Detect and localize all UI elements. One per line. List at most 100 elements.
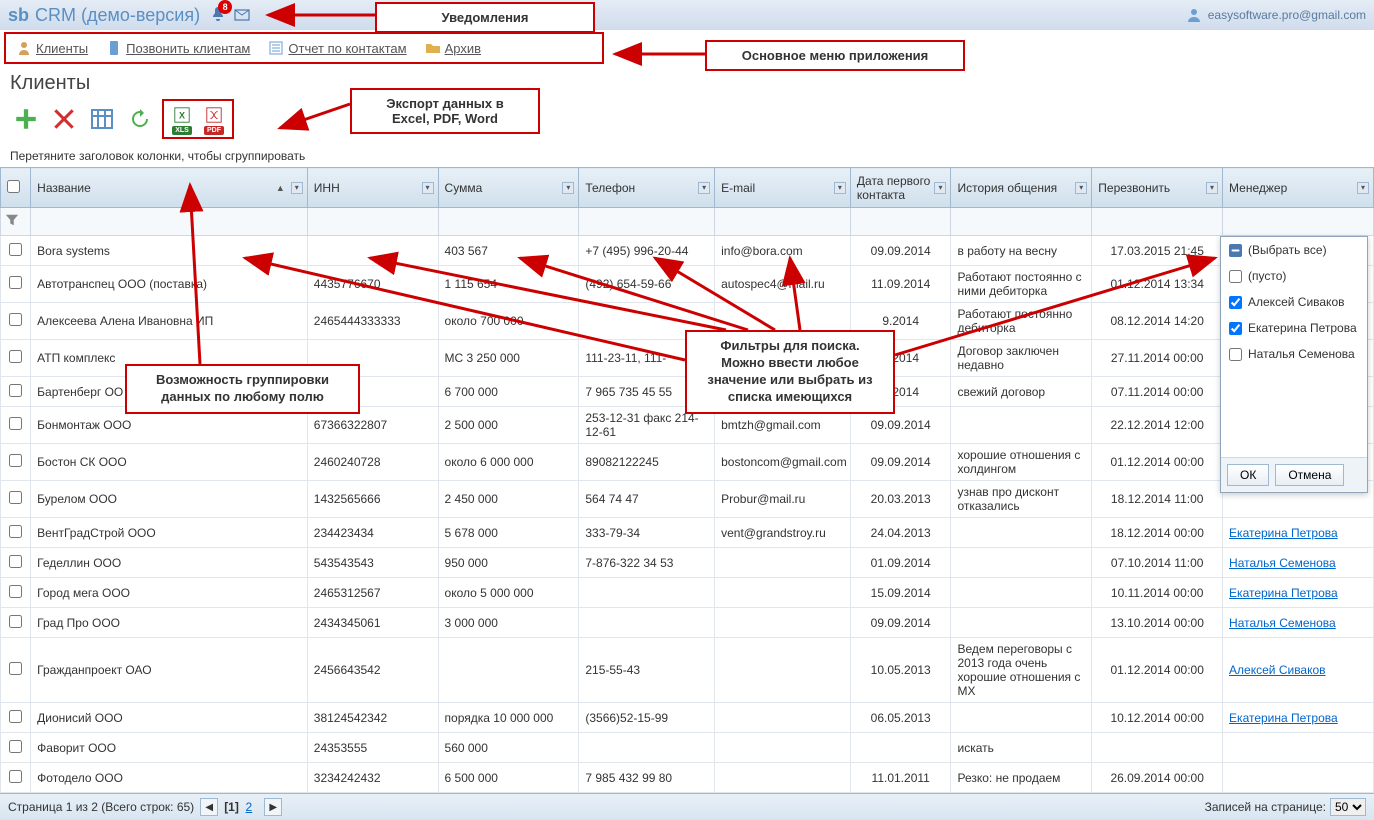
refresh-button[interactable]: [124, 103, 156, 135]
column-header-checkbox[interactable]: [1, 168, 31, 208]
cell-inn: 2456643542: [307, 638, 438, 703]
row-checkbox[interactable]: [9, 491, 22, 504]
column-header-callback[interactable]: Перезвонить▾: [1092, 168, 1223, 208]
row-checkbox[interactable]: [9, 525, 22, 538]
user-email[interactable]: easysoftware.pro@gmail.com: [1186, 7, 1366, 23]
row-checkbox[interactable]: [9, 615, 22, 628]
cell-callback: 01.12.2014 13:34: [1092, 266, 1223, 303]
column-menu-icon[interactable]: ▾: [291, 182, 303, 194]
cell-manager[interactable]: Наталья Семенова: [1223, 608, 1374, 638]
table-row[interactable]: Bora systems403 567+7 (495) 996-20-44inf…: [1, 236, 1374, 266]
cell-email: info@bora.com: [715, 236, 851, 266]
column-header-history[interactable]: История общения▾: [951, 168, 1092, 208]
column-menu-icon[interactable]: ▾: [1206, 182, 1218, 194]
table-row[interactable]: ВентГрадСтрой ООО2344234345 678 000333-7…: [1, 518, 1374, 548]
row-checkbox[interactable]: [9, 585, 22, 598]
table-row[interactable]: Город мега ООО2465312567около 5 000 0001…: [1, 578, 1374, 608]
table-row[interactable]: Фаворит ООО24353555560 000искать: [1, 733, 1374, 763]
column-header-name[interactable]: Название▲▾: [31, 168, 308, 208]
menu-call-clients[interactable]: Позвонить клиентам: [106, 40, 250, 56]
cell-sum: около 6 000 000: [438, 444, 579, 481]
table-row[interactable]: Автотранспец ООО (поставка)44357766701 1…: [1, 266, 1374, 303]
filter-option-1[interactable]: Алексей Сиваков: [1221, 289, 1367, 315]
cell-manager[interactable]: Екатерина Петрова: [1223, 518, 1374, 548]
pager-page-2[interactable]: 2: [246, 800, 253, 814]
table-row[interactable]: Град Про ООО24343450613 000 00009.09.201…: [1, 608, 1374, 638]
menu-contact-report[interactable]: Отчет по контактам: [268, 40, 406, 56]
pager-next[interactable]: ▶: [264, 798, 282, 816]
column-header-email[interactable]: E-mail▾: [715, 168, 851, 208]
filter-callback-input[interactable]: [1096, 215, 1218, 229]
filter-phone-input[interactable]: [583, 215, 710, 229]
row-checkbox[interactable]: [9, 243, 22, 256]
table-row[interactable]: Фотодело ООО32342424326 500 0007 985 432…: [1, 763, 1374, 793]
cell-email: [715, 733, 851, 763]
column-header-inn[interactable]: ИНН▾: [307, 168, 438, 208]
pager-page-1[interactable]: [1]: [224, 800, 239, 814]
table-row[interactable]: Геделлин ООО543543543950 0007-876-322 34…: [1, 548, 1374, 578]
filter-ok-button[interactable]: ОК: [1227, 464, 1269, 486]
row-checkbox[interactable]: [9, 313, 22, 326]
table-row[interactable]: Дионисий ООО38124542342порядка 10 000 00…: [1, 703, 1374, 733]
menu-archive[interactable]: Архив: [425, 40, 481, 56]
filter-cancel-button[interactable]: Отмена: [1275, 464, 1344, 486]
row-checkbox[interactable]: [9, 770, 22, 783]
cell-callback: 07.10.2014 11:00: [1092, 548, 1223, 578]
filter-history-input[interactable]: [955, 215, 1087, 229]
filter-date-input[interactable]: [855, 215, 947, 229]
cell-manager[interactable]: Наталья Семенова: [1223, 548, 1374, 578]
filter-name-input[interactable]: [35, 215, 303, 229]
cell-history: [951, 703, 1092, 733]
table-row[interactable]: Бурелом ООО14325656662 450 000564 74 47P…: [1, 481, 1374, 518]
cell-email: [715, 763, 851, 793]
column-header-manager[interactable]: Менеджер▾: [1223, 168, 1374, 208]
cell-manager[interactable]: Алексей Сиваков: [1223, 638, 1374, 703]
row-checkbox[interactable]: [9, 710, 22, 723]
cell-callback: 01.12.2014 00:00: [1092, 638, 1223, 703]
records-per-page-select[interactable]: 50: [1330, 798, 1366, 816]
mail-icon[interactable]: [234, 7, 250, 23]
column-menu-icon[interactable]: ▾: [422, 182, 434, 194]
column-menu-icon[interactable]: ▾: [562, 182, 574, 194]
filter-inn-input[interactable]: [312, 215, 434, 229]
export-xls-button[interactable]: X XLS: [168, 103, 196, 135]
column-header-sum[interactable]: Сумма▾: [438, 168, 579, 208]
delete-button[interactable]: [48, 103, 80, 135]
columns-button[interactable]: [86, 103, 118, 135]
column-menu-icon[interactable]: ▾: [934, 182, 946, 194]
column-menu-icon[interactable]: ▾: [1075, 182, 1087, 194]
select-all-checkbox[interactable]: [7, 180, 20, 193]
filter-select-all[interactable]: (Выбрать все): [1221, 237, 1367, 263]
cell-callback: 07.11.2014 00:00: [1092, 377, 1223, 407]
column-header-first-contact[interactable]: Дата первого контакта▾: [850, 168, 951, 208]
row-checkbox[interactable]: [9, 454, 22, 467]
notifications-button[interactable]: 8: [210, 6, 226, 25]
column-menu-icon[interactable]: ▾: [698, 182, 710, 194]
row-checkbox[interactable]: [9, 740, 22, 753]
filter-email-input[interactable]: [719, 215, 846, 229]
filter-option-3[interactable]: Наталья Семенова: [1221, 341, 1367, 367]
filter-empty[interactable]: (пусто): [1221, 263, 1367, 289]
pager-prev[interactable]: ◀: [200, 798, 218, 816]
cell-manager[interactable]: Екатерина Петрова: [1223, 703, 1374, 733]
cell-name: Фаворит ООО: [31, 733, 308, 763]
row-checkbox[interactable]: [9, 417, 22, 430]
menu-clients[interactable]: Клиенты: [16, 40, 88, 56]
column-menu-icon[interactable]: ▾: [834, 182, 846, 194]
add-button[interactable]: [10, 103, 42, 135]
filter-option-2[interactable]: Екатерина Петрова: [1221, 315, 1367, 341]
row-checkbox[interactable]: [9, 350, 22, 363]
cell-manager[interactable]: Екатерина Петрова: [1223, 578, 1374, 608]
cell-name: Геделлин ООО: [31, 548, 308, 578]
row-checkbox[interactable]: [9, 276, 22, 289]
export-pdf-button[interactable]: PDF: [200, 103, 228, 135]
filter-sum-input[interactable]: [443, 215, 575, 229]
table-row[interactable]: Бостон СК ООО2460240728около 6 000 00089…: [1, 444, 1374, 481]
row-checkbox[interactable]: [9, 384, 22, 397]
row-checkbox[interactable]: [9, 555, 22, 568]
column-header-phone[interactable]: Телефон▾: [579, 168, 715, 208]
filter-manager-input[interactable]: [1227, 215, 1369, 229]
row-checkbox[interactable]: [9, 662, 22, 675]
table-row[interactable]: Гражданпроект ОАО2456643542215-55-4310.0…: [1, 638, 1374, 703]
column-menu-icon[interactable]: ▾: [1357, 182, 1369, 194]
